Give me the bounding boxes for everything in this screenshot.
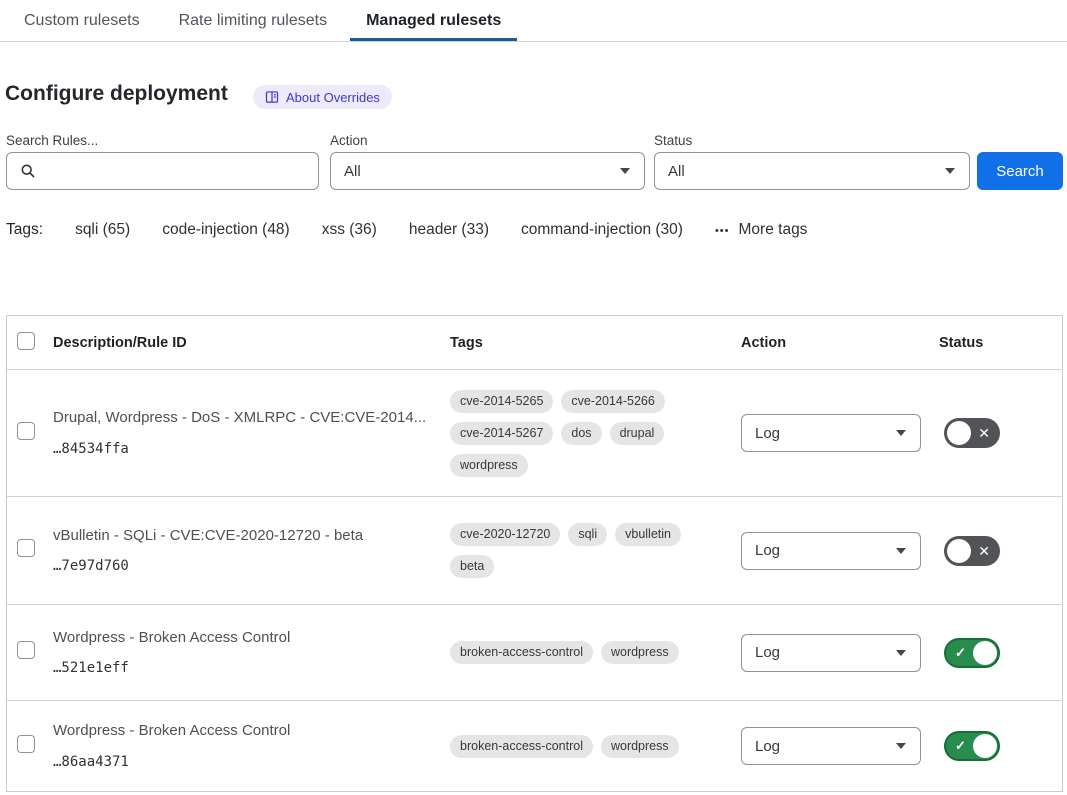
caret-down-icon (945, 168, 955, 174)
rule-tag: wordpress (601, 641, 679, 664)
table-row: Wordpress - Broken Access Control …86aa4… (7, 700, 1062, 791)
page-title: Configure deployment (5, 82, 228, 106)
about-overrides-label: About Overrides (286, 90, 380, 105)
caret-down-icon (620, 168, 630, 174)
status-filter-select[interactable]: All (654, 152, 970, 190)
rule-action-select[interactable]: Log (741, 414, 921, 452)
status-toggle[interactable]: ✓ ✕ (944, 731, 1000, 761)
rule-id: …7e97d760 (53, 558, 434, 574)
rule-description: vBulletin - SQLi - CVE:CVE-2020-12720 - … (53, 527, 434, 546)
row-checkbox[interactable] (17, 641, 35, 659)
caret-down-icon (896, 430, 906, 436)
tag-filter-command-injection[interactable]: command-injection (30) (521, 221, 683, 239)
rule-id: …521e1eff (53, 660, 434, 676)
search-button[interactable]: Search (977, 152, 1063, 190)
status-filter-label: Status (654, 133, 692, 148)
rule-description: Wordpress - Broken Access Control (53, 629, 434, 648)
rule-tag: dos (561, 422, 601, 445)
action-filter-label: Action (330, 133, 368, 148)
table-row: Wordpress - Broken Access Control …521e1… (7, 604, 1062, 700)
caret-down-icon (896, 743, 906, 749)
column-header-tags: Tags (450, 335, 741, 351)
rulesets-tabbar: Custom rulesets Rate limiting rulesets M… (0, 0, 1067, 42)
search-rules-input[interactable] (45, 153, 318, 189)
toggle-knob (973, 641, 997, 665)
table-row: Drupal, Wordpress - DoS - XMLRPC - CVE:C… (7, 369, 1062, 496)
search-icon (20, 163, 36, 179)
column-header-action: Action (741, 335, 939, 351)
rule-tag: cve-2020-12720 (450, 523, 560, 546)
table-header-row: Description/Rule ID Tags Action Status (7, 316, 1062, 369)
rule-tag: broken-access-control (450, 641, 593, 664)
check-icon: ✓ (955, 646, 966, 659)
rule-tag: cve-2014-5265 (450, 390, 553, 413)
rule-id: …84534ffa (53, 441, 434, 457)
row-checkbox[interactable] (17, 735, 35, 753)
rule-tags: cve-2020-12720 sqli vbulletin beta (450, 523, 712, 578)
toggle-knob (973, 734, 997, 758)
cross-icon: ✕ (978, 426, 990, 440)
tag-filter-sqli[interactable]: sqli (65) (75, 221, 130, 239)
rule-action-select[interactable]: Log (741, 532, 921, 570)
rule-tags: cve-2014-5265 cve-2014-5266 cve-2014-526… (450, 390, 712, 477)
rule-action-value: Log (755, 542, 780, 559)
column-header-status: Status (939, 335, 1062, 351)
rule-tag: broken-access-control (450, 735, 593, 758)
tag-filter-header[interactable]: header (33) (409, 221, 489, 239)
rule-tag: wordpress (450, 454, 528, 477)
about-overrides-link[interactable]: About Overrides (253, 85, 392, 109)
managed-rulesets-page: Custom rulesets Rate limiting rulesets M… (0, 0, 1067, 795)
rule-description: Wordpress - Broken Access Control (53, 722, 434, 741)
tag-filter-code-injection[interactable]: code-injection (48) (162, 221, 290, 239)
check-icon: ✓ (955, 739, 966, 752)
rule-tag: wordpress (601, 735, 679, 758)
ellipsis-icon: ••• (715, 224, 730, 237)
rule-action-value: Log (755, 738, 780, 755)
action-filter-select[interactable]: All (330, 152, 645, 190)
rule-description: Drupal, Wordpress - DoS - XMLRPC - CVE:C… (53, 409, 434, 428)
status-filter-value: All (668, 163, 685, 180)
status-toggle[interactable]: ✓ ✕ (944, 638, 1000, 668)
cross-icon: ✕ (978, 544, 990, 558)
rules-table: Description/Rule ID Tags Action Status D… (6, 315, 1063, 792)
action-filter-value: All (344, 163, 361, 180)
rule-tag: vbulletin (615, 523, 681, 546)
rule-action-select[interactable]: Log (741, 634, 921, 672)
more-tags-button[interactable]: ••• More tags (715, 221, 807, 239)
tab-rate-limiting-rulesets[interactable]: Rate limiting rulesets (163, 0, 344, 41)
row-checkbox[interactable] (17, 422, 35, 440)
search-rules-label: Search Rules... (6, 133, 98, 148)
book-icon (265, 90, 279, 104)
caret-down-icon (896, 650, 906, 656)
rule-tag: beta (450, 555, 494, 578)
rule-tag: sqli (568, 523, 607, 546)
rule-tags: broken-access-control wordpress (450, 641, 712, 664)
more-tags-label: More tags (739, 221, 808, 239)
rule-tag: cve-2014-5267 (450, 422, 553, 445)
rule-tags: broken-access-control wordpress (450, 735, 712, 758)
caret-down-icon (896, 548, 906, 554)
tags-filter-bar: Tags: sqli (65) code-injection (48) xss … (6, 221, 807, 239)
row-checkbox[interactable] (17, 539, 35, 557)
rule-id: …86aa4371 (53, 754, 434, 770)
select-all-checkbox[interactable] (17, 332, 35, 350)
tags-label: Tags: (6, 221, 43, 239)
tag-filter-xss[interactable]: xss (36) (322, 221, 377, 239)
toggle-knob (947, 421, 971, 445)
rule-tag: drupal (610, 422, 665, 445)
table-row: vBulletin - SQLi - CVE:CVE-2020-12720 - … (7, 496, 1062, 604)
tab-managed-rulesets[interactable]: Managed rulesets (350, 0, 517, 41)
column-header-description: Description/Rule ID (53, 335, 450, 351)
tab-custom-rulesets[interactable]: Custom rulesets (8, 0, 156, 41)
rule-tag: cve-2014-5266 (561, 390, 664, 413)
rule-action-select[interactable]: Log (741, 727, 921, 765)
status-toggle[interactable]: ✓ ✕ (944, 418, 1000, 448)
rule-action-value: Log (755, 425, 780, 442)
toggle-knob (947, 539, 971, 563)
search-rules-box (6, 152, 319, 190)
status-toggle[interactable]: ✓ ✕ (944, 536, 1000, 566)
rule-action-value: Log (755, 644, 780, 661)
